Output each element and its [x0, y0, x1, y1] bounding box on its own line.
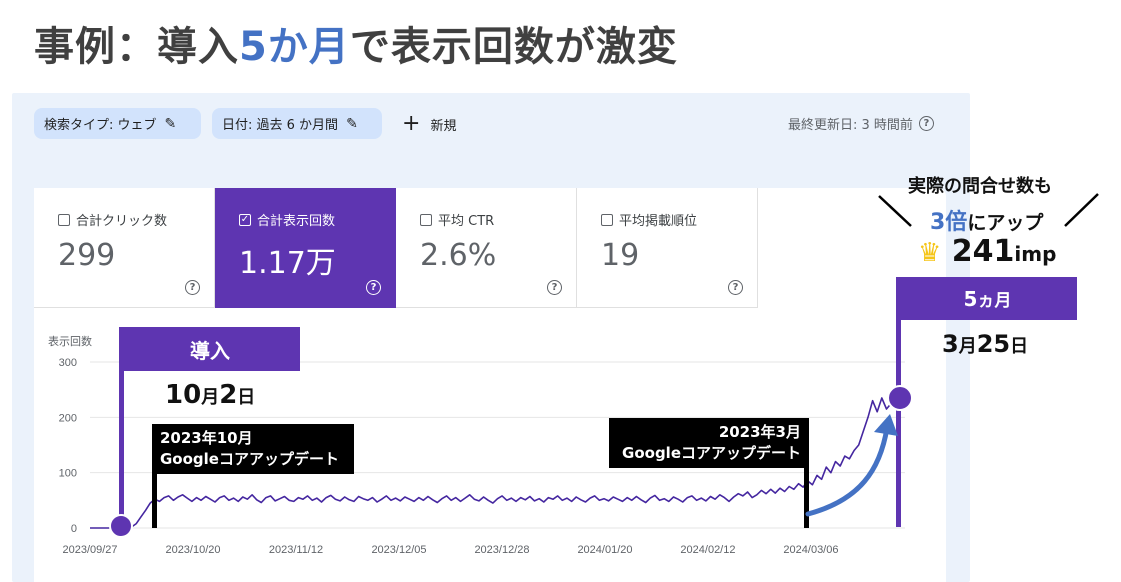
emphasis-mark-right — [1064, 193, 1099, 227]
y-tick-label: 200 — [59, 412, 77, 424]
triple-callout: 3倍にアップ — [930, 210, 1044, 235]
x-tick-label: 2024/03/06 — [783, 544, 838, 556]
x-tick-label: 2024/01/20 — [577, 544, 632, 556]
inquiry-callout: 実際の問合せ数も — [908, 176, 1052, 197]
core-update-oct-line — [152, 466, 157, 528]
emphasis-mark-left — [878, 195, 912, 227]
core-update-oct-label: 2023年10月 Googleコアアップデート — [152, 424, 354, 474]
five-months-box: 5 ヵ月 — [898, 277, 1077, 320]
growth-arrow — [805, 425, 890, 517]
y-tick-label: 300 — [59, 357, 77, 369]
core-update-mar-line — [804, 462, 809, 528]
x-tick-label: 2023/12/05 — [371, 544, 426, 556]
x-tick-label: 2023/10/20 — [165, 544, 220, 556]
core-update-mar-label: 2023年3月 Googleコアアップデート — [609, 418, 809, 468]
intro-label-box: 導入 — [120, 327, 300, 371]
end-marker — [887, 385, 913, 411]
intro-date: 10月2日 — [165, 380, 256, 410]
x-tick-label: 2023/12/28 — [474, 544, 529, 556]
x-tick-label: 2023/11/12 — [269, 544, 323, 556]
y-tick-label: 100 — [59, 468, 77, 480]
crown-icon: ♛ — [918, 238, 942, 268]
end-date: 3月25日 — [942, 330, 1029, 358]
imp-callout: ♛ 241imp — [918, 234, 1057, 269]
x-tick-label: 2023/09/27 — [62, 544, 117, 556]
x-tick-label: 2024/02/12 — [680, 544, 735, 556]
y-axis-label: 表示回数 — [48, 334, 92, 348]
y-tick-label: 0 — [71, 523, 77, 535]
intro-marker — [109, 514, 133, 538]
